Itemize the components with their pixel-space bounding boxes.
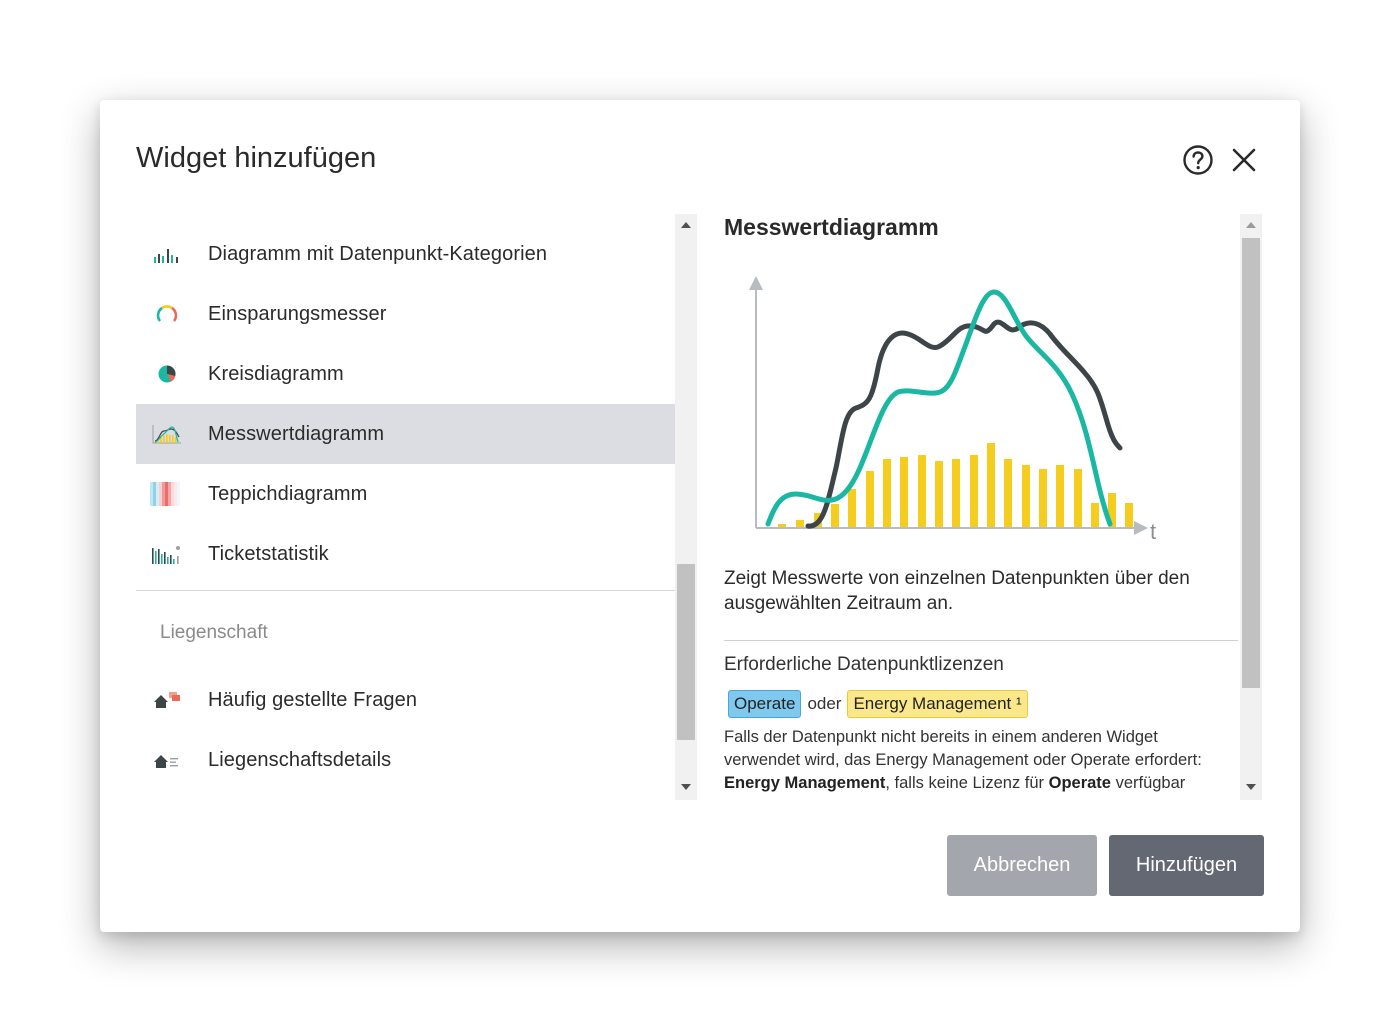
widget-detail: Messwertdiagramm t Zeigt Messwerte von e… [724,214,1240,800]
note-bold-operate: Operate [1048,774,1111,792]
scroll-up-arrow-icon[interactable] [675,214,697,236]
widget-detail-scrollbar[interactable] [1240,214,1262,800]
help-icon[interactable] [1182,144,1214,176]
list-item-label: Häufig gestellte Fragen [208,688,418,711]
widget-list-scrollbar[interactable] [675,214,697,800]
list-item-label: Messwertdiagramm [208,422,385,445]
scroll-up-arrow-icon[interactable] [1240,214,1262,236]
list-item-messwertdiagramm[interactable]: Messwertdiagramm [136,404,675,464]
list-item-teppichdiagramm[interactable]: Teppichdiagramm [136,464,675,524]
list-item-einsparungsmesser[interactable]: Einsparungsmesser [136,284,675,344]
scroll-thumb[interactable] [677,564,695,740]
gauge-icon [150,301,184,327]
list-item-label: Kreisdiagramm [208,362,344,385]
add-button[interactable]: Hinzufügen [1109,835,1264,896]
cancel-button[interactable]: Abbrechen [947,835,1097,896]
carpet-chart-icon [150,481,184,507]
bar-chart-icon [150,241,184,267]
time-axis-label: t [1150,519,1156,544]
license-badges: Operate oder Energy Management ¹ [728,690,1028,718]
license-note-line2: verwendet wird, das Energy Management od… [724,751,1202,769]
detail-divider [724,640,1238,641]
scroll-down-arrow-icon[interactable] [675,776,697,798]
list-item-label: Teppichdiagramm [208,482,368,505]
license-note-line1: Falls der Datenpunkt nicht bereits in ei… [724,728,1158,746]
list-item-faq[interactable]: Häufig gestellte Fragen [136,670,675,730]
widget-list: Diagramm mit Datenpunkt-Kategorien Einsp… [136,214,675,800]
or-text: oder [807,694,842,713]
dialog-title: Widget hinzufügen [136,142,377,174]
note-end: verfügbar [1110,774,1186,792]
list-divider [136,590,675,591]
badge-operate: Operate [728,690,802,718]
line-chart-icon [150,421,184,447]
badge-energy-management: Energy Management ¹ [847,690,1028,718]
list-item-label: Liegenschaftsdetails [208,748,392,771]
list-item-label: Diagramm mit Datenpunkt-Kategorien [208,242,548,265]
pie-chart-icon [150,361,184,387]
list-item-kreisdiagramm[interactable]: Kreisdiagramm [136,344,675,404]
detail-description: Zeigt Messwerte von einzelnen Datenpunkt… [724,568,1190,614]
scroll-down-arrow-icon[interactable] [1240,776,1262,798]
note-bold-energy: Energy Management [724,774,886,792]
license-note-line3: Energy Management, falls keine Lizenz fü… [724,772,1240,795]
add-widget-dialog: Widget hinzufügen Diagramm mit Datenpunk… [100,100,1300,932]
list-item-diagramm-kategorien[interactable]: Diagramm mit Datenpunkt-Kategorien [136,224,675,284]
scroll-thumb[interactable] [1242,238,1260,688]
list-item-label: Einsparungsmesser [208,302,387,325]
detail-title: Messwertdiagramm [724,214,939,240]
note-mid: , falls keine Lizenz für [885,774,1049,792]
list-item-liegenschaftsdetails[interactable]: Liegenschaftsdetails [136,730,675,790]
widget-preview-illustration: t [749,276,1156,544]
list-item-ticketstatistik[interactable]: Ticketstatistik [136,524,675,584]
license-note: Falls der Datenpunkt nicht bereits in ei… [724,726,1240,795]
property-details-icon [150,747,184,773]
license-heading: Erforderliche Datenpunktlizenzen [724,654,1004,675]
ticket-stats-icon [150,541,184,567]
list-item-label: Ticketstatistik [208,542,329,565]
section-label-liegenschaft: Liegenschaft [160,622,268,643]
faq-house-icon [150,687,184,713]
close-icon[interactable] [1230,146,1258,174]
